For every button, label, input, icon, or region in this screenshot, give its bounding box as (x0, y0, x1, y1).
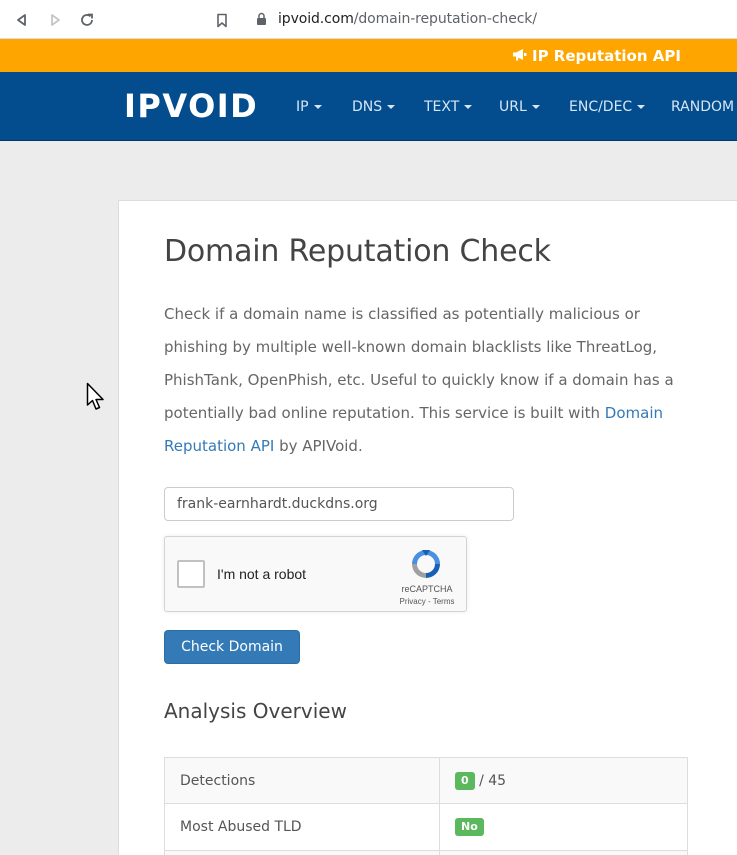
promo-label: IP Reputation API (532, 47, 681, 65)
result-value: 0 / 45 (439, 757, 688, 804)
nav-item-label: URL (499, 99, 527, 115)
site-logo[interactable]: IPVOID (124, 87, 258, 125)
detections-total: / 45 (474, 772, 507, 789)
caret-down-icon (531, 105, 540, 109)
nav-item-dns[interactable]: DNS (352, 99, 396, 115)
page-title: Domain Reputation Check (164, 234, 551, 269)
caret-down-icon (387, 105, 396, 109)
ip-reputation-api-link[interactable]: IP Reputation API (512, 47, 681, 65)
recaptcha-checkbox[interactable] (177, 560, 205, 588)
main-navbar: IPVOID IP DNS TEXT URL ENC/DEC RANDOM (0, 72, 737, 141)
detections-badge: 0 (455, 771, 475, 790)
caret-down-icon (637, 105, 646, 109)
result-value (439, 850, 688, 855)
recaptcha-logo-icon (409, 547, 443, 586)
bookmark-icon[interactable] (211, 9, 233, 31)
domain-input[interactable] (164, 487, 514, 521)
nav-item-label: RANDOM (671, 99, 735, 115)
recaptcha-label: I'm not a robot (217, 566, 307, 582)
url-path: /domain-reputation-check/ (353, 11, 537, 27)
table-row: Most Abused TLD No (164, 803, 688, 851)
address-text[interactable]: ipvoid.com/domain-reputation-check/ (278, 11, 537, 27)
forward-icon[interactable] (44, 9, 66, 31)
nav-item-label: IP (296, 99, 309, 115)
analysis-table: Detections 0 / 45 Most Abused TLD No (164, 757, 688, 855)
result-key: Detections (164, 757, 440, 804)
recaptcha-brand: reCAPTCHA (401, 584, 453, 594)
nav-item-ip[interactable]: IP (296, 99, 322, 115)
intro-text: Check if a domain name is classified as … (164, 298, 704, 463)
recaptcha-privacy-terms-link[interactable]: Privacy - Terms (392, 597, 462, 606)
intro-text-start: Check if a domain name is classified as … (164, 305, 674, 422)
nav-item-random[interactable]: RANDOM (671, 99, 734, 115)
promo-bar: IP Reputation API (0, 39, 737, 72)
back-icon[interactable] (11, 9, 33, 31)
mouse-cursor-icon (86, 382, 108, 419)
browser-toolbar: ipvoid.com/domain-reputation-check/ (0, 0, 737, 39)
table-row (164, 850, 688, 855)
nav-item-label: TEXT (424, 99, 460, 115)
nav-item-label: ENC/DEC (569, 99, 633, 115)
caret-down-icon (464, 105, 473, 109)
table-row: Detections 0 / 45 (164, 757, 688, 804)
reload-icon[interactable] (76, 9, 98, 31)
intro-text-end: by APIVoid. (274, 437, 363, 455)
analysis-overview-title: Analysis Overview (164, 699, 347, 723)
caret-down-icon (313, 105, 322, 109)
check-domain-button[interactable]: Check Domain (164, 630, 300, 664)
recaptcha-widget: I'm not a robot reCAPTCHA Privacy - Term… (164, 536, 467, 612)
nav-item-text[interactable]: TEXT (424, 99, 473, 115)
lock-icon[interactable] (256, 12, 267, 31)
abused-tld-badge: No (455, 818, 484, 836)
nav-item-url[interactable]: URL (499, 99, 540, 115)
nav-item-encdec[interactable]: ENC/DEC (569, 99, 646, 115)
result-key: Most Abused TLD (164, 803, 440, 851)
result-value: No (439, 803, 688, 851)
bullhorn-icon (512, 47, 527, 65)
url-host: ipvoid.com (278, 11, 354, 27)
nav-item-label: DNS (352, 99, 383, 115)
result-key (164, 850, 440, 855)
